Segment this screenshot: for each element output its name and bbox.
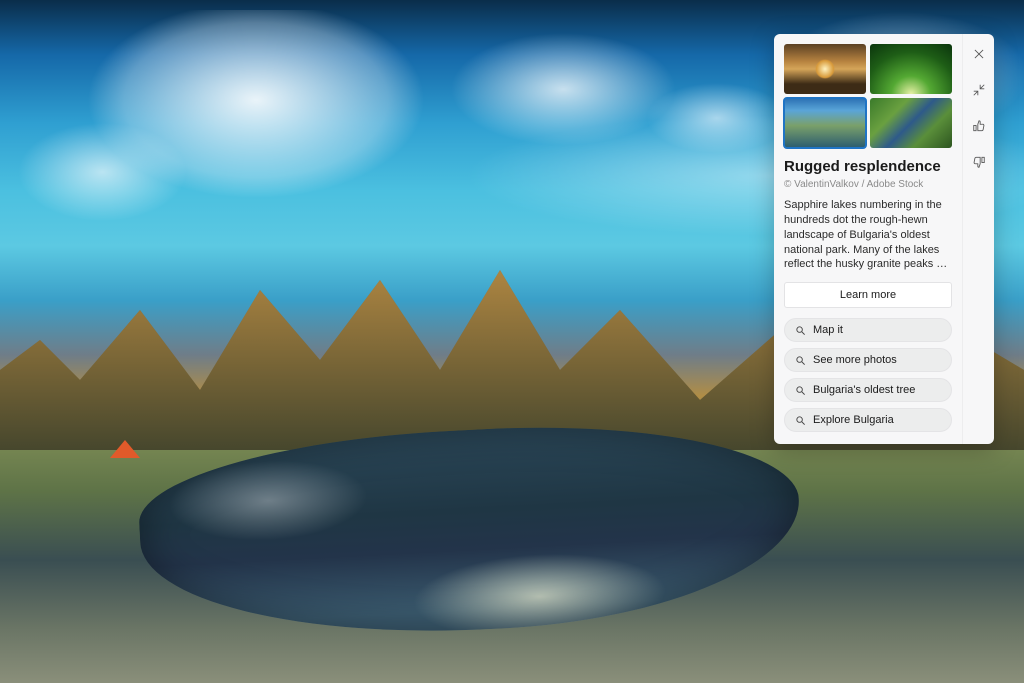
query-label: Explore Bulgaria — [813, 414, 894, 426]
thumbnail-2[interactable] — [784, 98, 866, 148]
spotlight-title: Rugged resplendence — [784, 158, 952, 175]
spotlight-credit: © ValentinValkov / Adobe Stock — [784, 179, 952, 190]
like-button[interactable] — [969, 116, 989, 136]
spotlight-card-main: Rugged resplendence © ValentinValkov / A… — [774, 34, 962, 444]
query-explore-bulgaria[interactable]: Explore Bulgaria — [784, 408, 952, 432]
query-label: Map it — [813, 324, 843, 336]
search-icon — [795, 415, 806, 426]
wallpaper-tent — [110, 440, 140, 458]
thumbnail-3[interactable] — [870, 98, 952, 148]
thumbnail-grid — [784, 44, 952, 148]
search-icon — [795, 355, 806, 366]
query-oldest-tree[interactable]: Bulgaria's oldest tree — [784, 378, 952, 402]
learn-more-button[interactable]: Learn more — [784, 282, 952, 308]
query-label: Bulgaria's oldest tree — [813, 384, 915, 396]
thumbnail-1[interactable] — [870, 44, 952, 94]
spotlight-side-toolbar — [962, 34, 994, 444]
close-icon — [972, 47, 986, 61]
thumbs-up-icon — [972, 119, 986, 133]
spotlight-description: Sapphire lakes numbering in the hundreds… — [784, 198, 952, 272]
close-button[interactable] — [969, 44, 989, 64]
query-map-it[interactable]: Map it — [784, 318, 952, 342]
minimize-button[interactable] — [969, 80, 989, 100]
thumbnail-0[interactable] — [784, 44, 866, 94]
related-queries: Map it See more photos Bulgaria's oldest… — [784, 318, 952, 432]
query-more-photos[interactable]: See more photos — [784, 348, 952, 372]
collapse-icon — [972, 83, 986, 97]
search-icon — [795, 325, 806, 336]
thumbs-down-icon — [972, 155, 986, 169]
dislike-button[interactable] — [969, 152, 989, 172]
spotlight-card: Rugged resplendence © ValentinValkov / A… — [774, 34, 994, 444]
query-label: See more photos — [813, 354, 897, 366]
search-icon — [795, 385, 806, 396]
